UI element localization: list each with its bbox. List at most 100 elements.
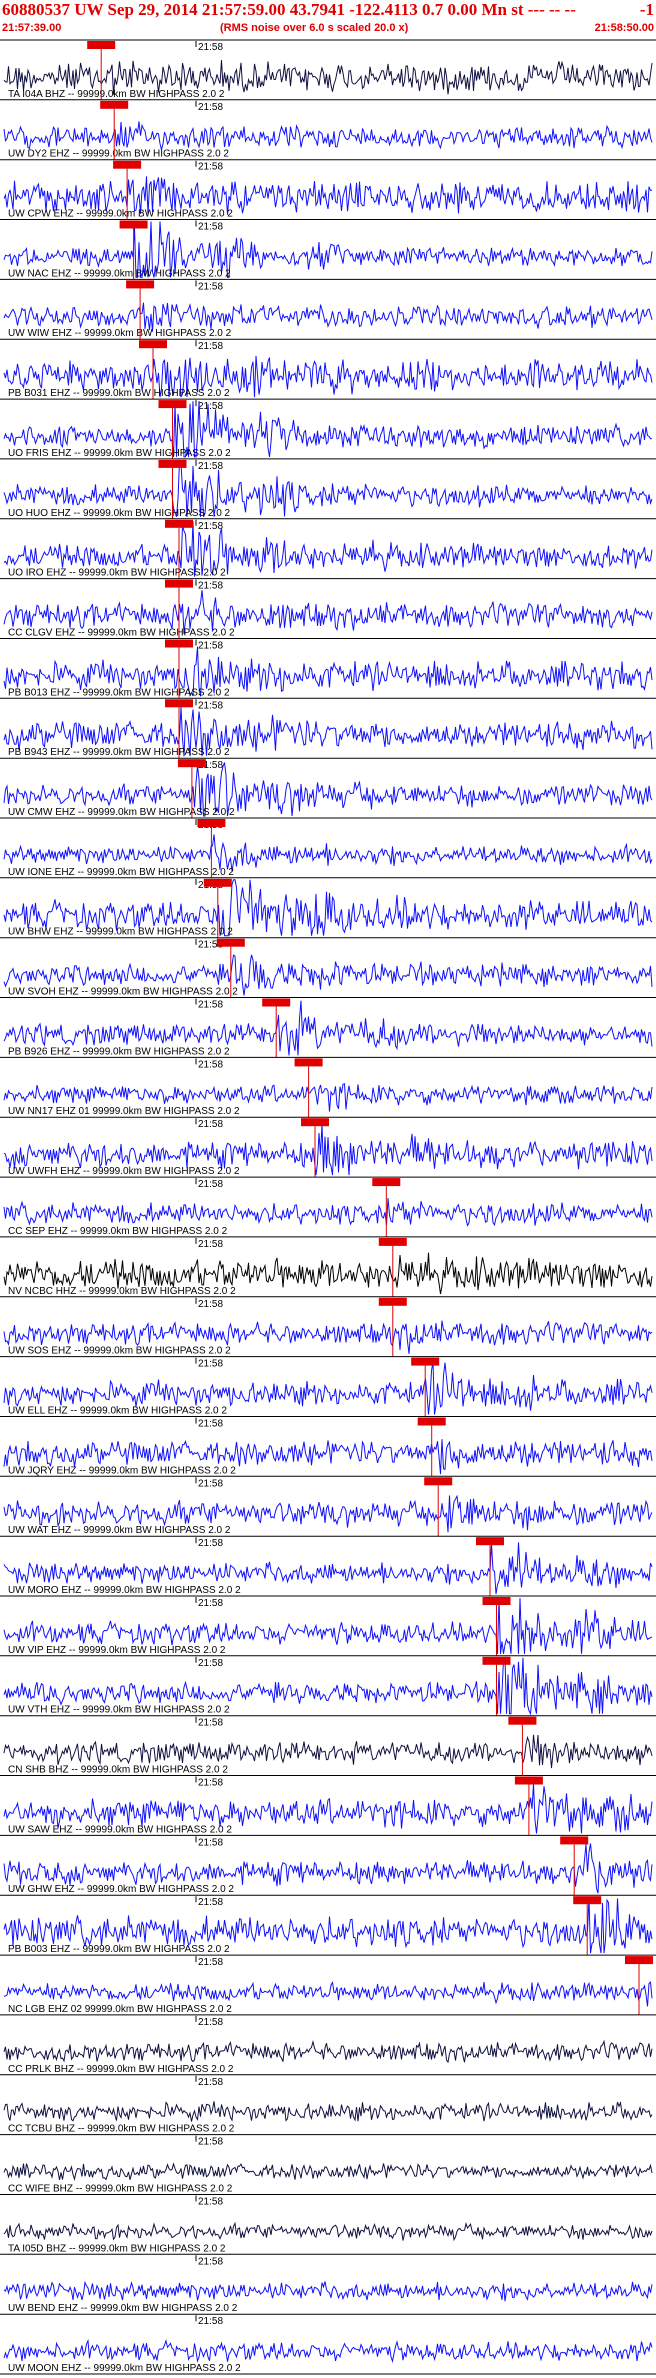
station-label: UW SOS EHZ -- 99999.0km BW HIGHPASS 2.0 …	[8, 1346, 231, 1357]
time-tick-label: 21:58	[198, 2197, 223, 2208]
seismogram-trace	[3, 1980, 653, 2007]
station-label: UO IRO EHZ -- 99999.0km BW HIGHPASS 2.0 …	[8, 568, 226, 579]
seismogram-trace	[3, 2039, 653, 2064]
station-label: UO FRIS EHZ -- 99999.0km BW HIGHPASS 2.0…	[8, 448, 231, 459]
station-label: PB B031 EHZ -- 99999.0km BW HIGHPASS 2.0…	[8, 388, 230, 399]
time-tick-label: 21:58	[198, 521, 223, 532]
pick-flag	[625, 1956, 653, 1965]
time-tick-label: 21:58	[198, 700, 223, 711]
seismogram-trace	[3, 1734, 653, 1769]
station-label: UW SVOH EHZ -- 99999.0km BW HIGHPASS 2.0…	[8, 987, 238, 998]
time-tick-label: 21:58	[198, 2256, 223, 2267]
time-tick-label: 21:58	[198, 1359, 223, 1370]
time-tick-label: 21:58	[198, 1957, 223, 1968]
time-tick-label: 21:58	[198, 641, 223, 652]
time-tick-label: 21:58	[198, 1778, 223, 1789]
pick-flag	[165, 519, 193, 528]
time-tick-label: 21:58	[198, 162, 223, 173]
station-label: UW WIW EHZ -- 99999.0km BW HIGHPASS 2.0 …	[8, 328, 232, 339]
time-tick-label: 21:58	[198, 1419, 223, 1430]
pick-flag	[560, 1836, 589, 1845]
time-tick-label: 21:58	[198, 1179, 223, 1190]
time-tick-label: 21:58	[198, 1478, 223, 1489]
station-label: PB B926 EHZ -- 99999.0km BW HIGHPASS 2.0…	[8, 1046, 230, 1057]
station-label: CC SEP EHZ -- 99999.0km BW HIGHPASS 2.0 …	[8, 1226, 228, 1237]
station-label: UW MOON EHZ -- 99999.0km BW HIGHPASS 2.0…	[8, 2363, 241, 2374]
seismogram-trace	[3, 2280, 653, 2302]
station-label: UW NAC EHZ -- 99999.0km BW HIGHPASS 2.0 …	[8, 268, 231, 279]
station-label: UW CPW EHZ -- 99999.0km BW HIGHPASS 2.0 …	[8, 209, 233, 220]
seismogram-trace	[3, 834, 653, 872]
pick-flag	[424, 1477, 453, 1486]
station-label: CC TCBU BHZ -- 99999.0km BW HIGHPASS 2.0…	[8, 2124, 235, 2135]
pick-flag	[417, 1417, 446, 1426]
time-tick-label: 21:58	[198, 1299, 223, 1310]
time-tick-label: 21:58	[198, 1239, 223, 1250]
pick-flag	[158, 459, 187, 468]
station-label: UW GHW EHZ -- 99999.0km BW HIGHPASS 2.0 …	[8, 1884, 234, 1895]
time-tick-label: 21:58	[198, 1119, 223, 1130]
time-tick-label: 21:58	[198, 461, 223, 472]
pick-flag	[177, 759, 206, 768]
pick-flag	[165, 579, 193, 588]
pick-flag	[165, 699, 193, 708]
pick-flag	[372, 1178, 401, 1187]
station-label: UO HUO EHZ -- 99999.0km BW HIGHPASS 2.0 …	[8, 508, 231, 519]
time-tick-label: 21:58	[198, 2077, 223, 2088]
time-tick-label: 21:58	[198, 42, 223, 53]
station-label: UW DY2 EHZ -- 99999.0km BW HIGHPASS 2.0 …	[8, 149, 229, 160]
pick-flag	[482, 1656, 511, 1665]
station-label: TA I05D BHZ -- 99999.0km BW HIGHPASS 2.0…	[8, 2243, 226, 2254]
time-tick-label: 21:58	[198, 1658, 223, 1669]
seismogram-trace	[3, 1197, 653, 1227]
seismogram-trace	[3, 2338, 653, 2364]
pick-flag	[301, 1118, 329, 1127]
seismogram-trace	[3, 2221, 653, 2242]
pick-flag	[294, 1058, 323, 1067]
time-tick-label: 21:58	[198, 1538, 223, 1549]
pick-flag	[262, 998, 291, 1007]
station-label: NC LGB EHZ 02 99999.0km BW HIGHPASS 2.0 …	[8, 2004, 232, 2015]
time-tick-label: 21:58	[198, 1837, 223, 1848]
station-label: CC CLGV EHZ -- 99999.0km BW HIGHPASS 2.0…	[8, 628, 235, 639]
station-label: TA I04A BHZ -- 99999.0km BW HIGHPASS 2.0…	[8, 89, 225, 100]
station-label: UW VTH EHZ -- 99999.0km BW HIGHPASS 2.0 …	[8, 1705, 230, 1716]
station-label: PB B013 EHZ -- 99999.0km BW HIGHPASS 2.0…	[8, 687, 230, 698]
pick-flag	[158, 400, 187, 409]
station-label: UW CMW EHZ -- 99999.0km BW HIGHPASS 2.0 …	[8, 807, 235, 818]
station-label: PB B943 EHZ -- 99999.0km BW HIGHPASS 2.0…	[8, 747, 230, 758]
station-label: CN SHB BHZ -- 99999.0km BW HIGHPASS 2.0 …	[8, 1765, 228, 1776]
station-label: UW MORO EHZ -- 99999.0km BW HIGHPASS 2.0…	[8, 1585, 241, 1596]
station-label: UW VIP EHZ -- 99999.0km BW HIGHPASS 2.0 …	[8, 1645, 226, 1656]
station-label: UW NN17 EHZ 01 99999.0km BW HIGHPASS 2.0…	[8, 1106, 240, 1117]
pick-flag	[113, 160, 142, 169]
pick-flag	[411, 1357, 440, 1366]
pick-flag	[573, 1896, 602, 1905]
time-tick-label: 21:58	[198, 341, 223, 352]
time-tick-label: 21:58	[198, 1000, 223, 1011]
station-label: UW UWFH EHZ -- 99999.0km BW HIGHPASS 2.0…	[8, 1166, 240, 1177]
pick-flag	[126, 280, 155, 289]
pick-flag	[87, 41, 116, 49]
pick-flag	[119, 220, 148, 229]
pick-flag	[514, 1776, 543, 1785]
time-tick-label: 21:58	[198, 1897, 223, 1908]
time-tick-label: 21:58	[198, 281, 223, 292]
pick-flag	[165, 639, 193, 648]
time-tick-label: 21:58	[198, 102, 223, 113]
time-tick-label: 21:58	[198, 2017, 223, 2028]
station-label: CC PRLK BHZ -- 99999.0km BW HIGHPASS 2.0…	[8, 2064, 234, 2075]
pick-flag	[508, 1716, 537, 1725]
pick-flag	[476, 1537, 504, 1546]
time-tick-label: 21:58	[198, 401, 223, 412]
pick-flag	[203, 878, 232, 887]
pick-flag	[378, 1237, 407, 1246]
station-label: UW WAT EHZ -- 99999.0km BW HIGHPASS 2.0 …	[8, 1525, 231, 1536]
station-label: UW SAW EHZ -- 99999.0km BW HIGHPASS 2.0 …	[8, 1824, 232, 1835]
pick-flag	[100, 100, 129, 109]
pick-flag	[197, 819, 226, 827]
pick-flag	[482, 1597, 511, 1605]
pick-flag	[216, 938, 245, 947]
station-label: UW ELL EHZ -- 99999.0km BW HIGHPASS 2.0 …	[8, 1406, 227, 1417]
time-tick-label: 21:58	[198, 1059, 223, 1070]
